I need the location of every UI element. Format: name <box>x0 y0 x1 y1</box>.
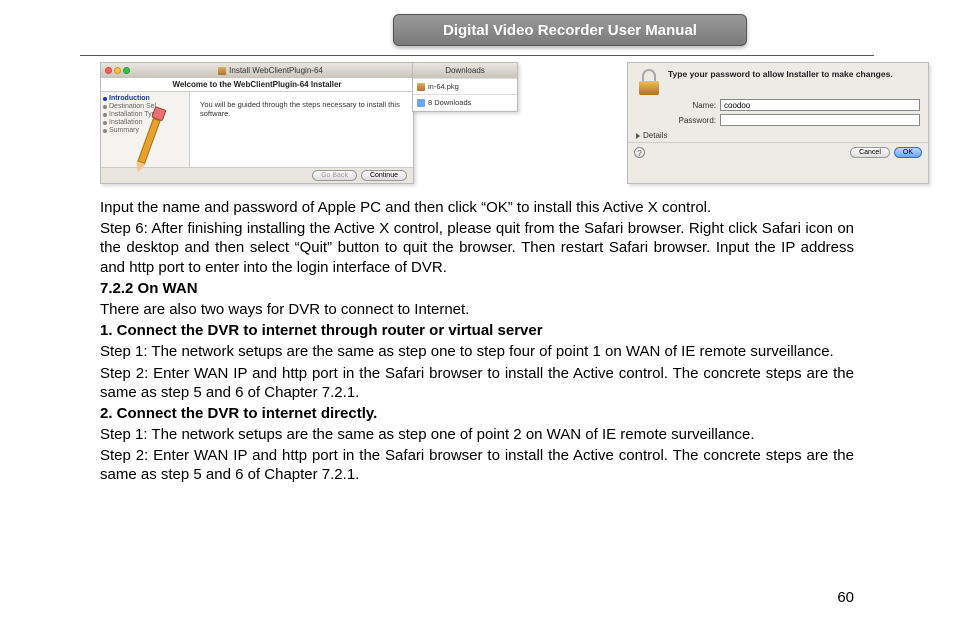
installer-window: Install WebClientPlugin-64 Welcome to th… <box>100 62 414 184</box>
ok-button[interactable]: OK <box>894 147 922 158</box>
details-disclosure[interactable]: Details <box>628 129 928 142</box>
document-body: Input the name and password of Apple PC … <box>100 198 854 487</box>
installer-titlebar: Install WebClientPlugin-64 <box>101 63 413 78</box>
continue-button[interactable]: Continue <box>361 170 407 181</box>
name-label: Name: <box>668 101 716 110</box>
folder-icon <box>417 99 425 107</box>
paragraph: Input the name and password of Apple PC … <box>100 198 854 217</box>
installer-welcome: Welcome to the WebClientPlugin-64 Instal… <box>101 78 413 92</box>
help-icon[interactable]: ? <box>634 147 645 158</box>
subheading: 1. Connect the DVR to internet through r… <box>100 321 854 340</box>
disclosure-triangle-icon <box>636 133 640 139</box>
paragraph: Step 6: After finishing installing the A… <box>100 219 854 277</box>
installer-step: Summary <box>109 127 139 134</box>
downloads-title: Downloads <box>413 63 517 78</box>
section-heading: 7.2.2 On WAN <box>100 279 854 298</box>
name-field[interactable]: coodoo <box>720 99 920 111</box>
page-number: 60 <box>837 589 854 606</box>
downloads-panel: Downloads in-64.pkg 8 Downloads <box>412 62 518 112</box>
download-item[interactable]: in-64.pkg <box>413 78 517 94</box>
header-badge: Digital Video Recorder User Manual <box>393 14 747 46</box>
go-back-button[interactable]: Go Back <box>312 170 357 181</box>
installer-step: Installation <box>109 119 142 126</box>
installer-step: Introduction <box>109 95 150 102</box>
paragraph: Step 2: Enter WAN IP and http port in th… <box>100 446 854 484</box>
package-icon <box>417 83 425 91</box>
minimize-icon[interactable] <box>114 67 121 74</box>
paragraph: Step 1: The network setups are the same … <box>100 425 854 444</box>
password-field[interactable] <box>720 114 920 126</box>
download-item[interactable]: 8 Downloads <box>413 94 517 110</box>
lock-icon <box>636 69 662 95</box>
paragraph: Step 1: The network setups are the same … <box>100 342 854 361</box>
installer-body-text: You will be guided through the steps nec… <box>189 92 413 167</box>
paragraph: Step 2: Enter WAN IP and http port in th… <box>100 364 854 402</box>
package-icon <box>218 67 226 75</box>
auth-message: Type your password to allow Installer to… <box>668 69 893 95</box>
cancel-button[interactable]: Cancel <box>850 147 890 158</box>
header-rule <box>80 55 874 56</box>
subheading: 2. Connect the DVR to internet directly. <box>100 404 854 423</box>
zoom-icon[interactable] <box>123 67 130 74</box>
auth-dialog: Type your password to allow Installer to… <box>627 62 929 184</box>
installer-window-title: Install WebClientPlugin-64 <box>229 66 323 75</box>
paragraph: There are also two ways for DVR to conne… <box>100 300 854 319</box>
close-icon[interactable] <box>105 67 112 74</box>
installer-sidebar: Introduction Destination Sel Installatio… <box>101 92 189 167</box>
password-label: Password: <box>668 116 716 125</box>
